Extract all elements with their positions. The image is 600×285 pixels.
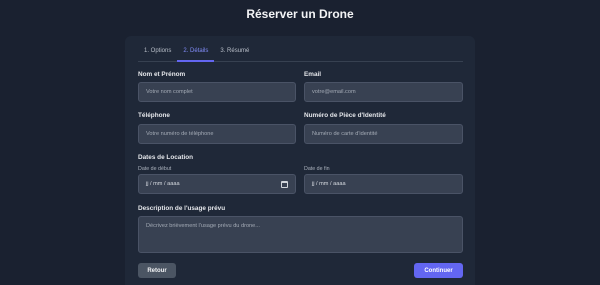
end-date-input[interactable]: jj / mm / aaaa xyxy=(304,174,463,194)
id-number-input[interactable]: Numéro de carte d'identité xyxy=(304,124,463,144)
tab-summary[interactable]: 3. Résumé xyxy=(214,44,255,62)
end-date-value: jj / mm / aaaa xyxy=(312,181,346,187)
email-label: Email xyxy=(304,71,322,78)
phone-label: Téléphone xyxy=(138,112,170,119)
rental-dates-label: Dates de Location xyxy=(138,154,194,161)
start-date-input[interactable]: jj / mm / aaaa xyxy=(138,174,296,194)
usage-label: Description de l'usage prévu xyxy=(138,205,226,212)
full-name-input[interactable]: Votre nom complet xyxy=(138,82,296,102)
page-title: Réserver un Drone xyxy=(246,7,354,21)
email-input[interactable]: votre@email.com xyxy=(304,82,463,102)
id-number-label: Numéro de Pièce d'Identité xyxy=(304,112,386,119)
continue-button[interactable]: Continuer xyxy=(414,263,463,278)
calendar-icon[interactable] xyxy=(281,181,288,188)
usage-textarea[interactable]: Décrivez brièvement l'usage prévu du dro… xyxy=(138,216,463,253)
tab-options[interactable]: 1. Options xyxy=(138,44,177,62)
step-tabs: 1. Options 2. Détails 3. Résumé xyxy=(138,44,463,62)
phone-input[interactable]: Votre numéro de téléphone xyxy=(138,124,296,144)
start-date-value: jj / mm / aaaa xyxy=(146,181,180,187)
start-date-label: Date de début xyxy=(138,166,172,172)
end-date-label: Date de fin xyxy=(304,166,330,172)
back-button[interactable]: Retour xyxy=(138,263,176,278)
full-name-label: Nom et Prénom xyxy=(138,71,186,78)
tab-details[interactable]: 2. Détails xyxy=(177,44,215,62)
